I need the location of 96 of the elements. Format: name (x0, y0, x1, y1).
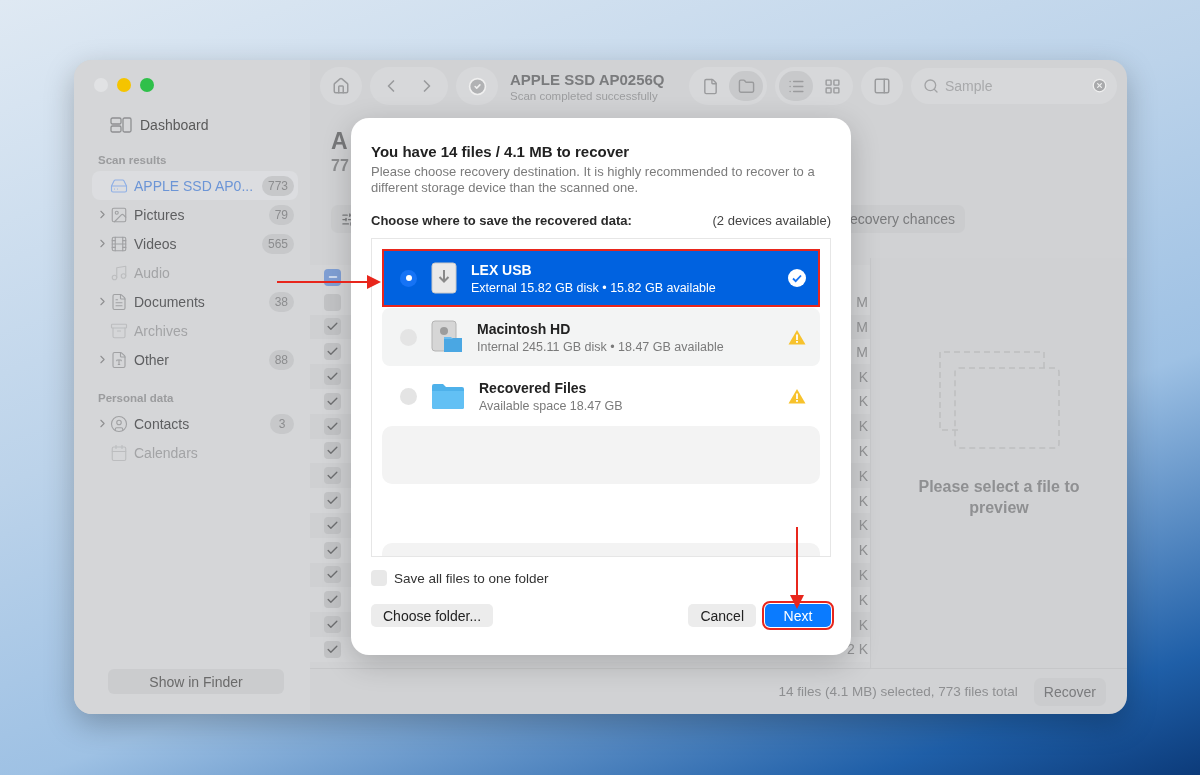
item-count: 38 (268, 291, 294, 312)
hard-drive-icon (431, 320, 463, 354)
folder-icon (431, 382, 465, 410)
sidebar-item[interactable]: APPLE SSD AP0... 773 (92, 171, 298, 200)
row-checkbox[interactable] (324, 591, 341, 609)
size-cell: M (856, 343, 868, 360)
row-checkbox[interactable] (324, 616, 341, 634)
size-cell: K (858, 467, 868, 484)
size-cell: K (858, 442, 868, 459)
size-cell: K (858, 517, 868, 534)
row-checkbox[interactable] (324, 343, 341, 361)
file-count: 77 (331, 157, 349, 175)
calendar-icon (110, 443, 128, 462)
row-checkbox[interactable] (324, 541, 341, 559)
film-icon (110, 234, 128, 253)
search-icon (923, 78, 939, 94)
external-drive-icon (431, 262, 457, 294)
sidebar-item[interactable]: Videos 565 (92, 229, 298, 258)
archive-icon (110, 321, 128, 340)
size-cell: K (858, 591, 868, 608)
dialog-button[interactable]: Cancel (688, 604, 756, 627)
contact-icon (110, 414, 128, 433)
device-name: Recovered Files (479, 379, 587, 396)
recover-button[interactable]: Recover (1033, 677, 1106, 706)
radio-button[interactable] (400, 269, 417, 287)
sidebar-item[interactable]: Contacts 3 (92, 409, 298, 438)
sidebar-item[interactable]: Other 88 (92, 345, 298, 374)
check-circle-icon (467, 76, 487, 96)
selection-summary: 14 files (4.1 MB) selected, 773 files total (778, 684, 1018, 699)
dialog-button[interactable]: Next (765, 604, 831, 627)
grid-view-icon (823, 77, 841, 95)
size-cell: K (858, 542, 868, 559)
size-cell: 2 K (847, 641, 868, 658)
dialog-title: You have 14 files / 4.1 MB to recover (371, 143, 631, 160)
file-icon (701, 77, 719, 95)
item-count: 3 (270, 413, 294, 434)
item-count: 88 (268, 349, 294, 370)
dialog-button[interactable]: Choose folder... (371, 604, 494, 627)
preview-message: Please select a file to preview (917, 477, 1081, 518)
radio-button[interactable] (400, 387, 417, 405)
minimize-button[interactable] (117, 78, 131, 92)
size-cell: K (858, 393, 868, 410)
drive-icon (110, 176, 128, 195)
size-cell: M (856, 294, 868, 311)
drive-title: A (331, 128, 348, 155)
section-heading: Scan results (98, 154, 168, 166)
device-detail: External 15.82 GB disk • 15.82 GB available (471, 280, 716, 295)
window-title: APPLE SSD AP0256Q (510, 70, 665, 88)
size-cell: K (858, 616, 868, 633)
check-circle-icon (788, 269, 806, 287)
document-icon (110, 292, 128, 311)
row-checkbox[interactable] (324, 640, 341, 658)
devices-available: (2 devices available) (712, 213, 831, 228)
row-checkbox[interactable] (324, 467, 341, 485)
destination-prompt: Choose where to save the recovered data: (371, 213, 632, 228)
size-cell: K (858, 368, 868, 385)
sidebar-item[interactable]: Documents 38 (92, 287, 298, 316)
item-count: 565 (261, 233, 294, 254)
zoom-button[interactable] (140, 78, 154, 92)
picture-icon (110, 205, 128, 224)
size-cell: M (856, 319, 868, 335)
device-name: Macintosh HD (477, 320, 571, 337)
dashboard-item[interactable]: Dashboard (92, 114, 298, 136)
row-checkbox[interactable] (324, 417, 341, 435)
device-detail: Available space 18.47 GB (479, 398, 623, 413)
show-in-finder-button[interactable]: Show in Finder (108, 669, 284, 694)
sidebar-item[interactable]: Pictures 79 (92, 200, 298, 229)
clear-icon[interactable] (1092, 78, 1107, 93)
row-checkbox[interactable] (324, 516, 341, 534)
size-cell: K (858, 566, 868, 583)
layout-toggle[interactable] (779, 71, 813, 101)
file-icon (110, 350, 128, 369)
item-count: 79 (268, 204, 294, 225)
row-checkbox[interactable] (324, 293, 341, 311)
size-cell: K (858, 418, 868, 435)
folder-icon (737, 77, 755, 95)
size-cell: K (858, 492, 868, 509)
row-checkbox[interactable] (324, 392, 341, 410)
row-checkbox[interactable] (324, 492, 341, 510)
device-row[interactable]: Macintosh HD Internal 245.11 GB disk • 18.47 GB available (382, 308, 820, 366)
music-note-icon (110, 263, 128, 282)
device-detail: Internal 245.11 GB disk • 18.47 GB available (477, 339, 724, 354)
checkbox-label: Save all files to one folder (394, 570, 549, 586)
home-icon (332, 77, 350, 95)
view-toggle[interactable] (729, 71, 763, 101)
row-checkbox[interactable] (324, 442, 341, 460)
item-count: 773 (261, 175, 294, 196)
row-checkbox[interactable] (324, 566, 341, 584)
row-checkbox[interactable] (324, 318, 341, 336)
section-heading: Personal data (98, 392, 175, 404)
row-checkbox[interactable] (324, 368, 341, 386)
device-row[interactable]: LEX USB External 15.82 GB disk • 15.82 GB available (382, 249, 820, 307)
panel-icon (873, 77, 891, 95)
dashboard-icon (110, 117, 132, 133)
device-name: LEX USB (471, 261, 532, 278)
dialog-description: Please choose recovery destination. It is highly recommended to recover to a different storage device than the scanned one. (371, 164, 816, 196)
